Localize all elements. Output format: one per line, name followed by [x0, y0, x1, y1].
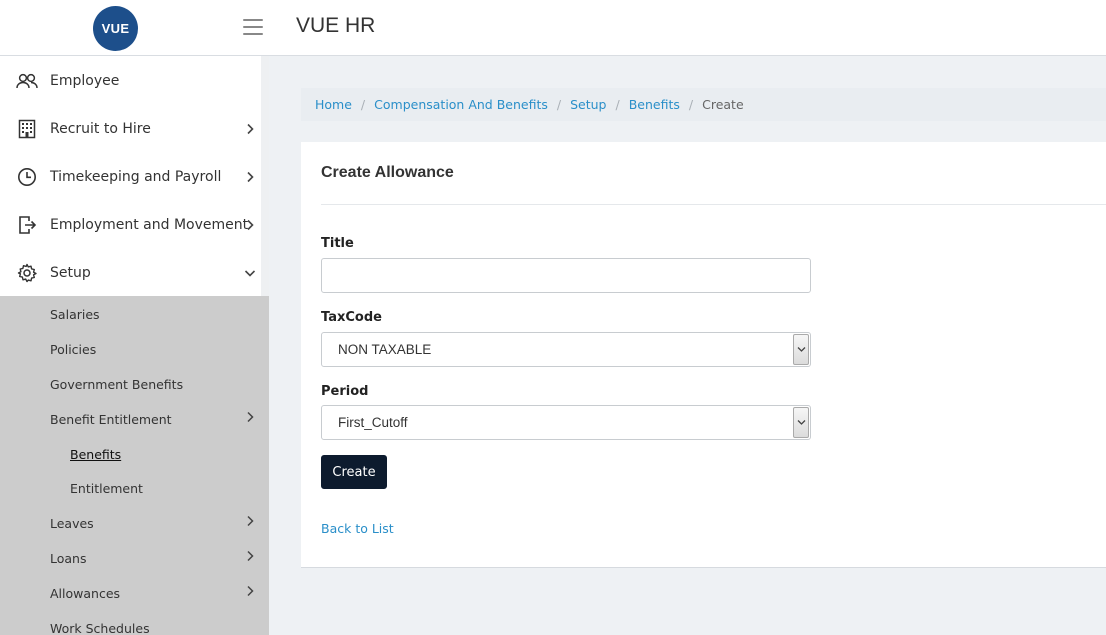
breadcrumb-benefits-link[interactable]: Benefits: [629, 97, 680, 112]
chevron-down-icon[interactable]: [793, 334, 809, 365]
submenu-item-label: Salaries: [50, 307, 100, 322]
chevron-down-icon: [244, 267, 256, 279]
submenu-item-label: Loans: [50, 551, 87, 566]
sidebar-item-label: Employee: [50, 73, 120, 89]
title-input[interactable]: [321, 258, 811, 293]
taxcode-selected-value: NON TAXABLE: [338, 342, 432, 357]
breadcrumb-compensation-link[interactable]: Compensation And Benefits: [374, 97, 548, 112]
vue-logo[interactable]: VUE: [93, 6, 138, 51]
submenu-item-work-schedules[interactable]: Work Schedules: [0, 611, 269, 635]
exit-icon: [16, 214, 38, 236]
sidebar-item-employee[interactable]: Employee: [0, 57, 262, 105]
breadcrumb-separator: /: [556, 97, 562, 112]
sidebar-item-recruit[interactable]: Recruit to Hire: [0, 105, 262, 153]
submenu-item-label: Allowances: [50, 586, 121, 601]
submenu-item-label: Work Schedules: [50, 621, 150, 635]
chevron-right-icon: [244, 219, 256, 231]
card-divider: [321, 204, 1106, 205]
period-label: Period: [321, 384, 369, 399]
app-title: VUE HR: [296, 14, 376, 37]
page-title: Create Allowance: [321, 164, 454, 181]
sidebar-item-setup[interactable]: Setup: [0, 249, 262, 297]
hamburger-menu-icon[interactable]: [243, 19, 263, 35]
submenu-item-benefit-entitlement[interactable]: Benefit Entitlement: [0, 402, 269, 437]
breadcrumb-separator: /: [688, 97, 694, 112]
create-button[interactable]: Create: [321, 455, 387, 489]
breadcrumb-home-link[interactable]: Home: [315, 97, 352, 112]
back-to-list-link[interactable]: Back to List: [321, 521, 394, 536]
breadcrumb-separator: /: [615, 97, 620, 112]
setup-submenu: Salaries Policies Government Benefits Be…: [0, 296, 269, 635]
breadcrumb-separator: /: [360, 97, 366, 112]
sidebar-item-label: Employment and Movement: [50, 217, 249, 233]
chevron-right-icon: [244, 171, 256, 183]
period-select[interactable]: First_Cutoff: [321, 405, 811, 440]
sidebar: Employee Recruit to Hire Timekeeping and…: [0, 56, 269, 635]
chevron-right-icon: [245, 515, 255, 527]
chevron-right-icon: [245, 550, 255, 562]
clock-icon: [16, 166, 38, 188]
submenu-item-policies[interactable]: Policies: [0, 332, 269, 367]
submenu-item-label: Leaves: [50, 516, 94, 531]
sidebar-item-label: Timekeeping and Payroll: [50, 169, 222, 185]
submenu-item-label: Benefit Entitlement: [50, 412, 172, 427]
submenu-item-label: Government Benefits: [50, 377, 184, 392]
users-icon: [16, 70, 38, 92]
breadcrumb-setup-link[interactable]: Setup: [570, 97, 606, 112]
breadcrumb-current: Create: [702, 97, 744, 112]
chevron-right-icon: [245, 585, 255, 597]
submenu-item-salaries[interactable]: Salaries: [0, 297, 269, 332]
submenu-item-label: Entitlement: [70, 481, 143, 496]
submenu-item-label: Policies: [50, 342, 97, 357]
period-selected-value: First_Cutoff: [338, 415, 408, 430]
submenu-item-loans[interactable]: Loans: [0, 541, 269, 576]
building-icon: [16, 118, 38, 140]
chevron-down-icon[interactable]: [793, 407, 809, 438]
breadcrumb: Home / Compensation And Benefits / Setup…: [301, 88, 1106, 121]
sidebar-item-timekeeping[interactable]: Timekeeping and Payroll: [0, 153, 262, 201]
sidebar-item-label: Recruit to Hire: [50, 121, 151, 137]
chevron-right-icon: [244, 123, 256, 135]
taxcode-select[interactable]: NON TAXABLE: [321, 332, 811, 367]
submenu-item-entitlement[interactable]: Entitlement: [0, 471, 269, 506]
title-label: Title: [321, 236, 354, 251]
chevron-right-icon: [245, 411, 255, 423]
submenu-item-benefits[interactable]: Benefits: [0, 437, 269, 472]
submenu-item-government-benefits[interactable]: Government Benefits: [0, 367, 269, 402]
create-allowance-card: Create Allowance Title TaxCode NON TAXAB…: [301, 142, 1106, 568]
taxcode-label: TaxCode: [321, 310, 382, 325]
sidebar-item-label: Setup: [50, 265, 91, 281]
gear-icon: [16, 262, 38, 284]
sidebar-item-employment[interactable]: Employment and Movement: [0, 201, 262, 249]
submenu-item-leaves[interactable]: Leaves: [0, 506, 269, 541]
submenu-item-label: Benefits: [70, 447, 122, 462]
sidebar-scroll-track[interactable]: [261, 56, 269, 296]
submenu-item-allowances[interactable]: Allowances: [0, 576, 269, 611]
top-header: VUE VUE HR: [0, 0, 1106, 56]
